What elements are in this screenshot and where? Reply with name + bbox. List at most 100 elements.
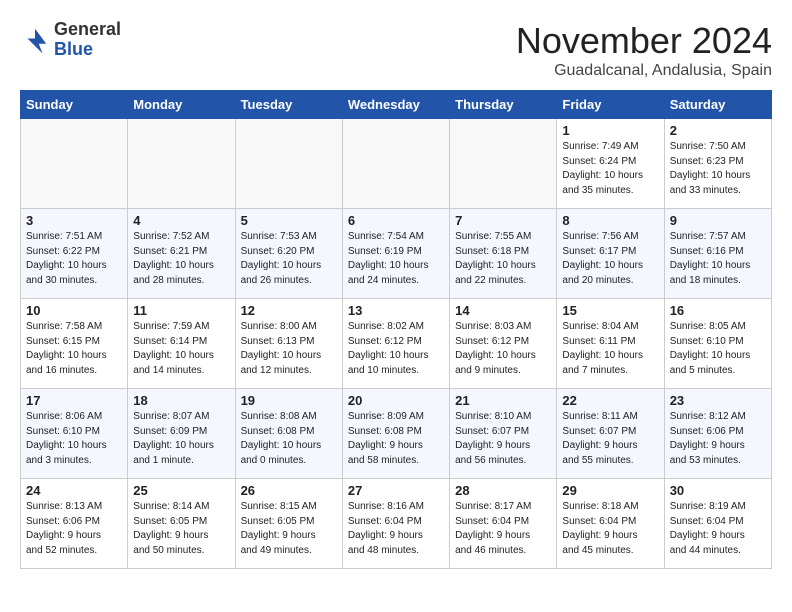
day-info: Sunrise: 8:19 AM Sunset: 6:04 PM Dayligh… [670, 500, 766, 558]
day-number: 4 [133, 213, 229, 228]
calendar-cell: 16 Sunrise: 8:05 AM Sunset: 6:10 PM Dayli… [664, 299, 771, 389]
day-number: 21 [455, 393, 551, 408]
day-info: Sunrise: 8:14 AM Sunset: 6:05 PM Dayligh… [133, 500, 229, 558]
day-number: 14 [455, 303, 551, 318]
day-number: 23 [670, 393, 766, 408]
day-info: Sunrise: 7:51 AM Sunset: 6:22 PM Dayligh… [26, 230, 122, 288]
day-info: Sunrise: 7:54 AM Sunset: 6:19 PM Dayligh… [348, 230, 444, 288]
calendar-cell: 19Sunrise: 8:08 AM Sunset: 6:08 PM Dayli… [235, 389, 342, 479]
calendar-cell: 20 Sunrise: 8:09 AM Sunset: 6:08 PM Dayli… [342, 389, 449, 479]
day-number: 25 [133, 483, 229, 498]
day-info: Sunrise: 8:00 AM Sunset: 6:13 PM Dayligh… [241, 320, 337, 378]
calendar-cell: 2 Sunrise: 7:50 AM Sunset: 6:23 PM Daylig… [664, 119, 771, 209]
day-info: Sunrise: 7:57 AM Sunset: 6:16 PM Dayligh… [670, 230, 766, 288]
calendar-cell: 22 Sunrise: 8:11 AM Sunset: 6:07 PM Dayli… [557, 389, 664, 479]
day-info: Sunrise: 8:03 AM Sunset: 6:12 PM Dayligh… [455, 320, 551, 378]
day-number: 17 [26, 393, 122, 408]
day-info: Sunrise: 8:11 AM Sunset: 6:07 PM Dayligh… [562, 410, 658, 468]
day-info: Sunrise: 8:13 AM Sunset: 6:06 PM Dayligh… [26, 500, 122, 558]
weekday-header-saturday: Saturday [664, 91, 771, 119]
day-number: 7 [455, 213, 551, 228]
logo-icon [20, 25, 50, 55]
day-info: Sunrise: 8:02 AM Sunset: 6:12 PM Dayligh… [348, 320, 444, 378]
calendar-week-2: 3 Sunrise: 7:51 AM Sunset: 6:22 PM Daylig… [21, 209, 772, 299]
calendar-cell: 27 Sunrise: 8:16 AM Sunset: 6:04 PM Dayli… [342, 479, 449, 569]
calendar-cell: 9 Sunrise: 7:57 AM Sunset: 6:16 PM Daylig… [664, 209, 771, 299]
day-number: 18 [133, 393, 229, 408]
calendar-cell: 5 Sunrise: 7:53 AM Sunset: 6:20 PM Daylig… [235, 209, 342, 299]
day-info: Sunrise: 7:49 AM Sunset: 6:24 PM Dayligh… [562, 140, 658, 198]
calendar-cell: 11 Sunrise: 7:59 AM Sunset: 6:14 PM Dayli… [128, 299, 235, 389]
day-number: 9 [670, 213, 766, 228]
calendar-cell: 15Sunrise: 8:04 AM Sunset: 6:11 PM Dayli… [557, 299, 664, 389]
calendar-week-4: 17 Sunrise: 8:06 AM Sunset: 6:10 PM Dayli… [21, 389, 772, 479]
day-number: 24 [26, 483, 122, 498]
calendar-cell: 6 Sunrise: 7:54 AM Sunset: 6:19 PM Daylig… [342, 209, 449, 299]
day-number: 28 [455, 483, 551, 498]
day-info: Sunrise: 8:18 AM Sunset: 6:04 PM Dayligh… [562, 500, 658, 558]
calendar-cell: 25 Sunrise: 8:14 AM Sunset: 6:05 PM Dayli… [128, 479, 235, 569]
calendar-cell: 12Sunrise: 8:00 AM Sunset: 6:13 PM Dayli… [235, 299, 342, 389]
calendar-cell: 28 Sunrise: 8:17 AM Sunset: 6:04 PM Dayli… [450, 479, 557, 569]
day-number: 1 [562, 123, 658, 138]
calendar-cell: 24 Sunrise: 8:13 AM Sunset: 6:06 PM Dayli… [21, 479, 128, 569]
calendar-cell: 3 Sunrise: 7:51 AM Sunset: 6:22 PM Daylig… [21, 209, 128, 299]
calendar-cell: 23Sunrise: 8:12 AM Sunset: 6:06 PM Dayli… [664, 389, 771, 479]
calendar-cell [342, 119, 449, 209]
day-number: 15 [562, 303, 658, 318]
weekday-header-thursday: Thursday [450, 91, 557, 119]
day-number: 11 [133, 303, 229, 318]
day-info: Sunrise: 8:08 AM Sunset: 6:08 PM Dayligh… [241, 410, 337, 468]
month-title: November 2024 [516, 20, 772, 62]
calendar-cell: 8 Sunrise: 7:56 AM Sunset: 6:17 PM Daylig… [557, 209, 664, 299]
logo-blue-text: Blue [54, 40, 121, 60]
calendar-cell: 18 Sunrise: 8:07 AM Sunset: 6:09 PM Dayli… [128, 389, 235, 479]
calendar-cell: 14 Sunrise: 8:03 AM Sunset: 6:12 PM Dayli… [450, 299, 557, 389]
day-info: Sunrise: 7:52 AM Sunset: 6:21 PM Dayligh… [133, 230, 229, 288]
day-number: 6 [348, 213, 444, 228]
location-text: Guadalcanal, Andalusia, Spain [516, 62, 772, 80]
logo-text: General Blue [54, 20, 121, 60]
day-number: 8 [562, 213, 658, 228]
calendar-cell: 1 Sunrise: 7:49 AM Sunset: 6:24 PM Daylig… [557, 119, 664, 209]
weekday-header-sunday: Sunday [21, 91, 128, 119]
day-info: Sunrise: 7:56 AM Sunset: 6:17 PM Dayligh… [562, 230, 658, 288]
day-info: Sunrise: 8:09 AM Sunset: 6:08 PM Dayligh… [348, 410, 444, 468]
day-info: Sunrise: 8:17 AM Sunset: 6:04 PM Dayligh… [455, 500, 551, 558]
day-number: 16 [670, 303, 766, 318]
day-info: Sunrise: 7:55 AM Sunset: 6:18 PM Dayligh… [455, 230, 551, 288]
calendar-cell: 7 Sunrise: 7:55 AM Sunset: 6:18 PM Daylig… [450, 209, 557, 299]
calendar-cell: 29Sunrise: 8:18 AM Sunset: 6:04 PM Dayli… [557, 479, 664, 569]
day-info: Sunrise: 7:53 AM Sunset: 6:20 PM Dayligh… [241, 230, 337, 288]
day-info: Sunrise: 8:15 AM Sunset: 6:05 PM Dayligh… [241, 500, 337, 558]
day-info: Sunrise: 8:06 AM Sunset: 6:10 PM Dayligh… [26, 410, 122, 468]
weekday-header-tuesday: Tuesday [235, 91, 342, 119]
day-number: 30 [670, 483, 766, 498]
weekday-header-monday: Monday [128, 91, 235, 119]
calendar-week-1: 1 Sunrise: 7:49 AM Sunset: 6:24 PM Daylig… [21, 119, 772, 209]
day-number: 27 [348, 483, 444, 498]
day-info: Sunrise: 7:50 AM Sunset: 6:23 PM Dayligh… [670, 140, 766, 198]
day-number: 20 [348, 393, 444, 408]
calendar-cell [21, 119, 128, 209]
title-block: November 2024 Guadalcanal, Andalusia, Sp… [516, 20, 772, 80]
day-info: Sunrise: 8:16 AM Sunset: 6:04 PM Dayligh… [348, 500, 444, 558]
calendar-cell: 30 Sunrise: 8:19 AM Sunset: 6:04 PM Dayli… [664, 479, 771, 569]
calendar-cell: 26Sunrise: 8:15 AM Sunset: 6:05 PM Dayli… [235, 479, 342, 569]
day-info: Sunrise: 8:05 AM Sunset: 6:10 PM Dayligh… [670, 320, 766, 378]
day-number: 2 [670, 123, 766, 138]
day-info: Sunrise: 8:07 AM Sunset: 6:09 PM Dayligh… [133, 410, 229, 468]
day-number: 22 [562, 393, 658, 408]
calendar-cell: 4 Sunrise: 7:52 AM Sunset: 6:21 PM Daylig… [128, 209, 235, 299]
calendar-cell: 21Sunrise: 8:10 AM Sunset: 6:07 PM Dayli… [450, 389, 557, 479]
day-info: Sunrise: 7:59 AM Sunset: 6:14 PM Dayligh… [133, 320, 229, 378]
day-number: 5 [241, 213, 337, 228]
day-number: 3 [26, 213, 122, 228]
weekday-header-wednesday: Wednesday [342, 91, 449, 119]
weekday-header-row: SundayMondayTuesdayWednesdayThursdayFrid… [21, 91, 772, 119]
calendar-cell [128, 119, 235, 209]
day-number: 13 [348, 303, 444, 318]
calendar-table: SundayMondayTuesdayWednesdayThursdayFrid… [20, 90, 772, 569]
calendar-cell: 17 Sunrise: 8:06 AM Sunset: 6:10 PM Dayli… [21, 389, 128, 479]
calendar-cell [235, 119, 342, 209]
